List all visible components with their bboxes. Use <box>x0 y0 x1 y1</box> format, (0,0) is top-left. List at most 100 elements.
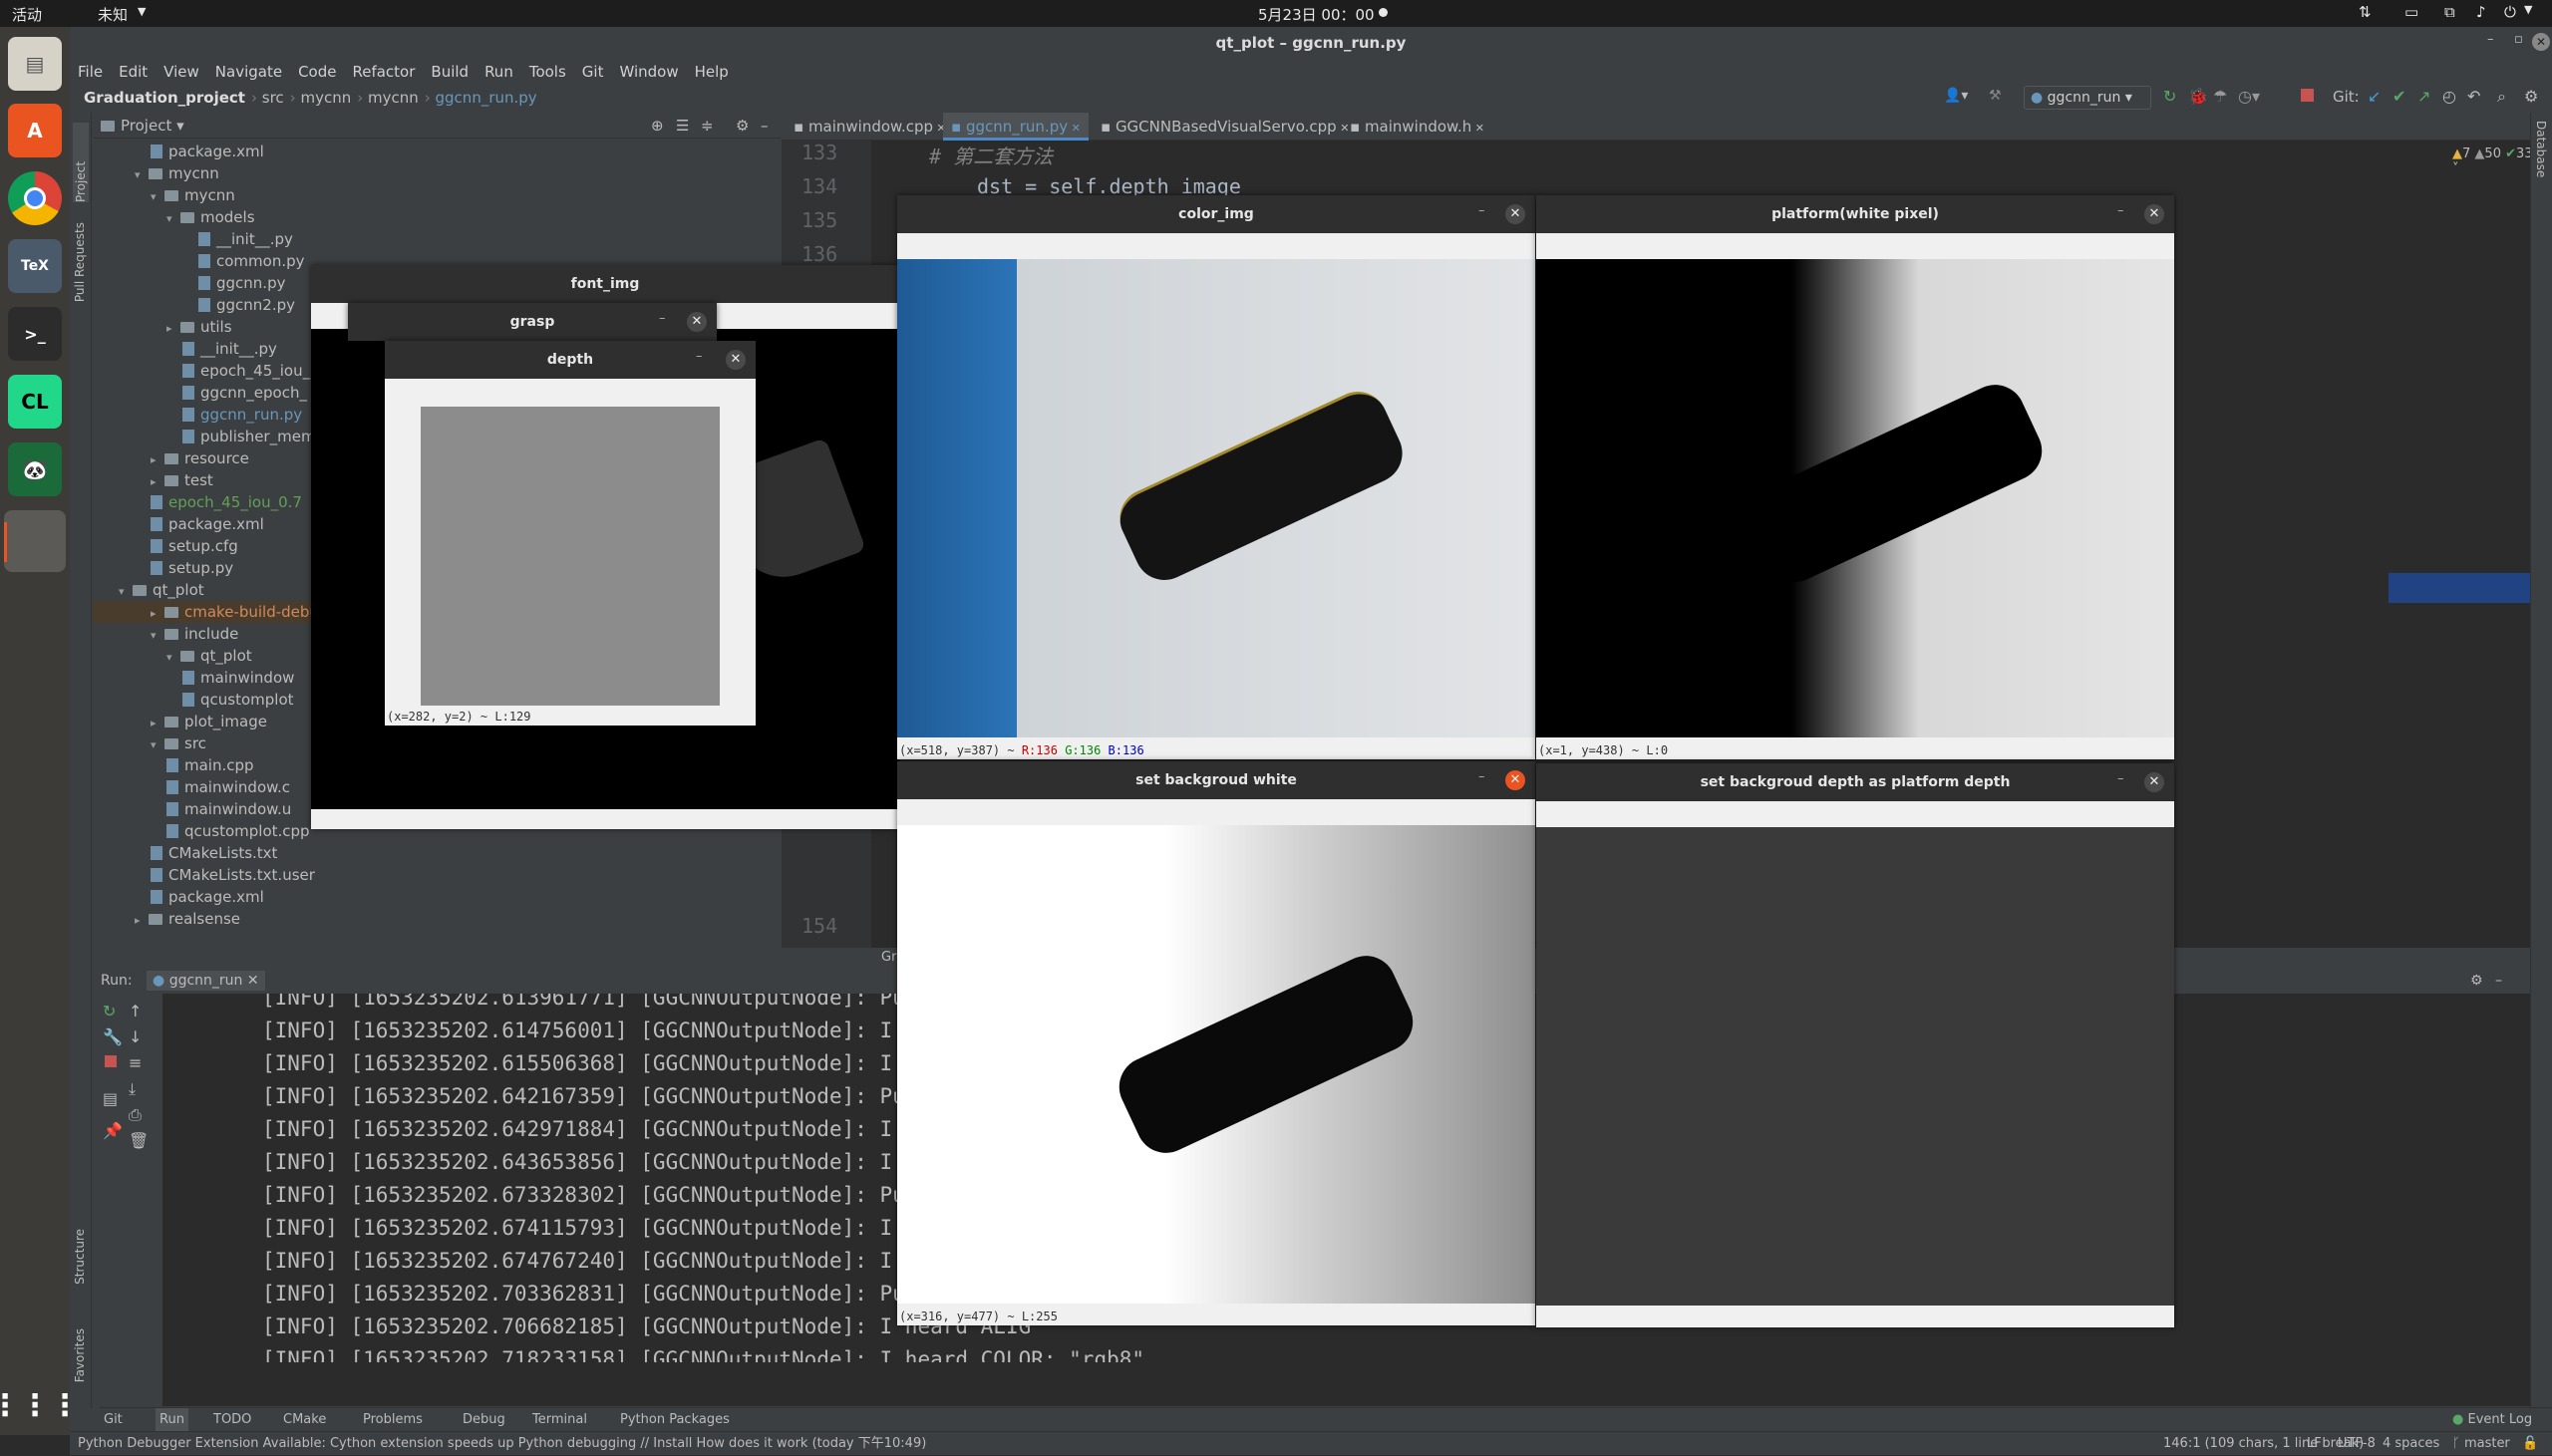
tree-item[interactable]: ggcnn.py <box>198 272 285 294</box>
show-apps-icon[interactable]: ⋮⋮⋮ <box>0 1378 80 1432</box>
tree-item[interactable]: ▸ realsense <box>135 908 240 930</box>
close-icon[interactable]: ✕ <box>2144 772 2164 792</box>
menu-view[interactable]: View <box>163 63 199 81</box>
stop-icon[interactable] <box>2301 89 2314 102</box>
breadcrumb-item[interactable]: mycnn <box>368 89 419 107</box>
menu-refactor[interactable]: Refactor <box>352 63 415 81</box>
project-view-selector[interactable]: Project <box>121 117 171 135</box>
indent-setting[interactable]: 4 spaces <box>2383 1432 2439 1456</box>
tree-item[interactable]: ▾ qt_plot <box>166 645 252 667</box>
search-icon[interactable]: ⌕ <box>2497 87 2506 107</box>
tree-item[interactable]: ▾ qt_plot <box>119 579 204 601</box>
chevron-down-icon[interactable]: ▾ <box>166 647 180 669</box>
minimize-icon[interactable]: – <box>2487 32 2494 47</box>
coverage-icon[interactable]: ☂ <box>2213 87 2227 106</box>
tree-item[interactable]: ggcnn_run.py <box>182 404 302 426</box>
tree-item[interactable]: __init__.py <box>182 338 277 360</box>
power-icon[interactable]: ⏻ <box>2504 3 2516 21</box>
settings-icon[interactable]: ⚙ <box>2524 87 2538 106</box>
tree-item[interactable]: mainwindow.u <box>166 798 291 820</box>
minimize-icon[interactable]: – <box>2117 771 2124 786</box>
tree-item[interactable]: package.xml <box>151 513 264 535</box>
file-encoding[interactable]: UTF-8 <box>2338 1432 2376 1456</box>
tree-item[interactable]: ggcnn2.py <box>198 294 295 316</box>
menu-help[interactable]: Help <box>695 63 729 81</box>
close-icon[interactable]: ✕ <box>687 312 707 332</box>
close-icon[interactable]: ✕ <box>726 350 746 370</box>
tree-item[interactable]: ▸ resource <box>151 447 249 469</box>
chevron-down-icon[interactable]: ▾ <box>151 625 164 647</box>
tree-item[interactable]: qcustomplot.cpp <box>166 820 310 842</box>
chevron-right-icon[interactable]: ▸ <box>151 449 164 471</box>
editor-tab[interactable]: ▪ mainwindow.h ✕ <box>1342 113 1492 141</box>
rollback-icon[interactable]: ↶ <box>2467 87 2480 106</box>
menu-window[interactable]: Window <box>619 63 678 81</box>
tree-item[interactable]: mainwindow <box>182 667 294 689</box>
editor-tab[interactable]: ▪ ggcnn_run.py ✕ <box>943 113 1089 141</box>
tool-tab-git[interactable]: Git <box>104 1408 123 1432</box>
tree-item[interactable]: ▸ plot_image <box>151 711 267 732</box>
hide-icon[interactable]: – <box>761 113 769 139</box>
app-menu[interactable]: 未知 <box>98 4 128 25</box>
tool-tab-run[interactable]: Run <box>156 1408 188 1432</box>
tree-item[interactable]: ▸ test <box>151 469 213 491</box>
lock-icon[interactable]: 🔓 <box>2522 1432 2538 1456</box>
chevron-down-icon[interactable]: ▾ <box>119 581 133 603</box>
close-icon[interactable]: ✕ <box>1505 204 1525 224</box>
tree-item[interactable]: package.xml <box>151 141 264 162</box>
activities-button[interactable]: 活动 <box>12 4 42 25</box>
menu-tools[interactable]: Tools <box>529 63 566 81</box>
chevron-right-icon[interactable]: ▸ <box>135 910 149 932</box>
menu-navigate[interactable]: Navigate <box>215 63 282 81</box>
tree-item[interactable]: CMakeLists.txt.user <box>151 864 315 886</box>
tree-item[interactable]: CMakeLists.txt <box>151 842 277 864</box>
chevron-right-icon[interactable]: ▸ <box>166 318 180 340</box>
line-separator[interactable]: LF <box>2307 1432 2322 1456</box>
bg-depth-window[interactable]: set backgroud depth as platform depth – … <box>1536 763 2174 1327</box>
chevron-right-icon[interactable]: ▸ <box>151 471 164 493</box>
tree-item[interactable]: setup.py <box>151 557 233 579</box>
volume-icon[interactable]: ♪ <box>2476 3 2486 21</box>
tree-item[interactable]: mainwindow.c <box>166 776 290 798</box>
pycharm-icon[interactable]: 🐼 <box>8 442 62 496</box>
user-icon[interactable]: 👤▾ <box>1944 88 1968 104</box>
project-tool-tab[interactable]: Project <box>73 123 89 202</box>
tree-item[interactable]: ▾ mycnn <box>151 184 235 206</box>
chevron-down-icon[interactable]: ▾ <box>151 186 164 208</box>
network-icon[interactable]: ⇅ <box>2359 3 2372 21</box>
tree-item[interactable]: setup.cfg <box>151 535 238 557</box>
breadcrumb-item[interactable]: mycnn <box>300 89 351 107</box>
tree-item[interactable]: ▾ include <box>151 623 238 645</box>
system-menu-chevron-icon[interactable]: ▼ <box>2524 3 2532 16</box>
expand-all-icon[interactable]: ☰ <box>676 113 689 139</box>
breadcrumb-item[interactable]: Graduation_project <box>84 89 245 107</box>
minimize-icon[interactable]: – <box>2117 203 2124 218</box>
close-tab-icon[interactable]: ✕ <box>1471 122 1484 135</box>
tree-item[interactable]: __init__.py <box>198 228 293 250</box>
chevron-down-icon[interactable]: ▾ <box>151 734 164 756</box>
chevron-right-icon[interactable]: ▸ <box>151 603 164 625</box>
platform-window[interactable]: platform(white pixel) – ✕ (x=1, y=438) ~… <box>1536 195 2174 759</box>
tree-item[interactable]: epoch_45_iou_ <box>182 360 310 382</box>
favorites-tool-tab[interactable]: Favorites <box>73 1328 87 1382</box>
gear-icon[interactable]: ⚙ <box>736 113 749 139</box>
bg-white-window[interactable]: set backgroud white – ✕ (x=316, y=477) ~… <box>897 761 1535 1325</box>
menu-code[interactable]: Code <box>298 63 336 81</box>
database-tool-tab[interactable]: Database <box>2534 121 2548 177</box>
wired-network-icon[interactable]: ⧉ <box>2444 3 2455 21</box>
structure-tool-tab[interactable]: Structure <box>73 1229 87 1285</box>
history-icon[interactable]: ◴ <box>2442 87 2456 106</box>
tree-item[interactable]: ▾ models <box>166 206 255 228</box>
rerun-icon[interactable]: ↻ <box>2163 87 2176 106</box>
tool-tab-debug[interactable]: Debug <box>463 1408 505 1432</box>
breadcrumb-item[interactable]: src <box>262 89 284 107</box>
display-icon[interactable]: ▭ <box>2404 3 2418 21</box>
chrome-icon[interactable] <box>8 171 62 225</box>
status-message[interactable]: Python Debugger Extension Available: Cyt… <box>78 1432 926 1456</box>
minimize-icon[interactable]: – <box>1478 769 1485 784</box>
code-line[interactable]: # 第二套方法 <box>929 141 1053 169</box>
files-icon[interactable]: ▤ <box>8 37 62 91</box>
tree-item[interactable]: package.xml <box>151 886 264 908</box>
tree-item[interactable]: qcustomplot <box>182 689 294 711</box>
maximize-icon[interactable]: ▫ <box>2514 32 2523 47</box>
